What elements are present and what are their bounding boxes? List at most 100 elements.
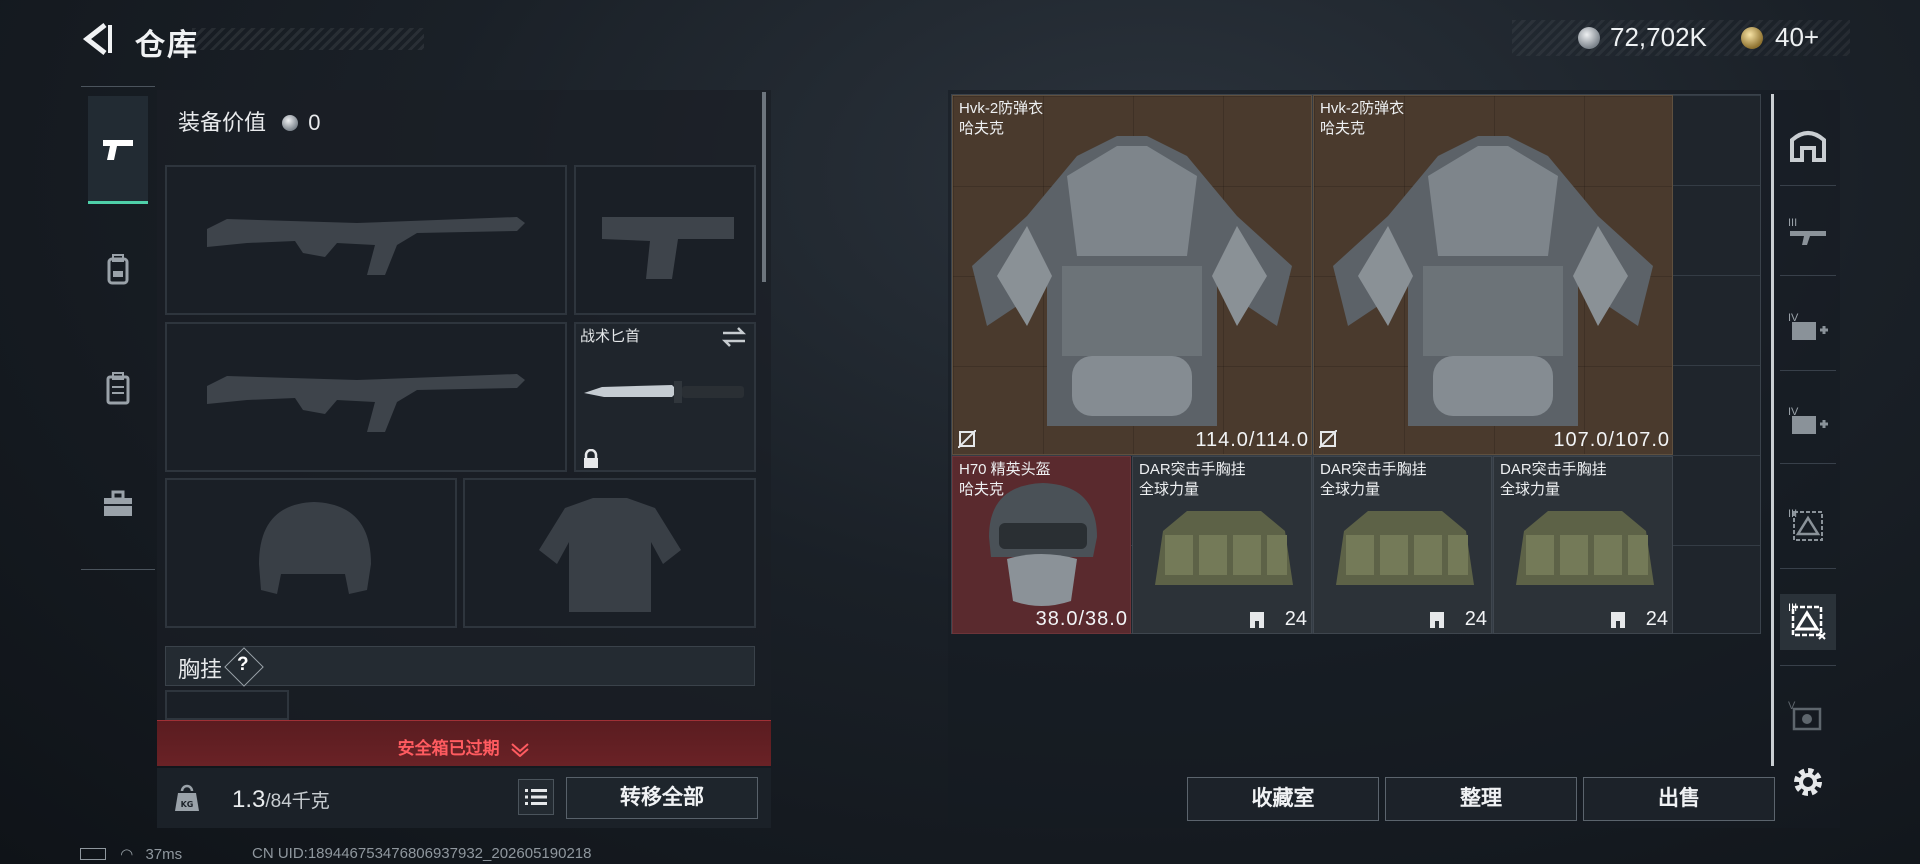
capacity-icon — [1611, 612, 1625, 628]
category-all-tab[interactable] — [1780, 116, 1836, 172]
nav-weapons-tab[interactable] — [88, 96, 148, 204]
nav-vest-tab[interactable] — [88, 358, 148, 418]
safe-box-expired-banner[interactable]: 安全箱已过期 — [157, 720, 771, 766]
loadout-scrollbar[interactable] — [762, 92, 766, 282]
divider — [1780, 665, 1836, 666]
storage-item-chest-rig-3[interactable]: DAR突击手胸挂 全球力量 24 — [1493, 456, 1673, 634]
helmet-silhouette-icon — [259, 502, 371, 594]
briefcase-icon — [104, 490, 132, 516]
item-capacity: 24 — [1645, 608, 1668, 630]
tier-label: V — [1788, 700, 1796, 712]
equip-value: 装备价值 0 — [178, 105, 321, 137]
storage-item-chest-rig-1[interactable]: DAR突击手胸挂 全球力量 24 — [1132, 456, 1312, 634]
storage-item-armor-2[interactable]: Hvk-2防弹衣 哈夫克 107.0/107.0 — [1313, 95, 1673, 455]
weight-current: 1.3 — [232, 786, 266, 813]
chest-rig-image — [1155, 511, 1293, 585]
weight-readout: 1.3/84千克 — [232, 786, 330, 814]
armor-slot[interactable] — [463, 478, 756, 628]
user-uid: CN UID:18944675347680693793​2_2026051902… — [252, 845, 592, 862]
title-decoration — [192, 28, 424, 50]
capacity-icon — [1250, 612, 1264, 628]
transfer-all-button[interactable]: 转移全部 — [566, 777, 758, 819]
value-coin-icon — [282, 115, 299, 131]
category-tier4-medkit-tab[interactable]: IV — [1780, 302, 1836, 358]
currency-main-amount: 72,702K — [1610, 22, 1707, 52]
item-name: DAR突击手胸挂 — [1500, 461, 1607, 478]
safe-box-expired-label: 安全箱已过期 — [397, 739, 500, 758]
item-durability: 107.0/107.0 — [1553, 429, 1670, 451]
ping-text: 37ms — [145, 846, 183, 863]
safe-box-expired-text: 安全箱已过期 — [157, 734, 771, 759]
weight-max: /84千克 — [265, 791, 330, 812]
list-view-button[interactable] — [518, 779, 554, 815]
primary-weapon-slot-2[interactable] — [165, 322, 567, 472]
primary-weapon-slot-1[interactable] — [165, 165, 567, 315]
item-durability: 38.0/38.0 — [1035, 608, 1128, 630]
chest-rig-image — [1516, 511, 1654, 585]
tier5-case-icon — [1792, 707, 1822, 731]
tier-label: III — [1788, 602, 1798, 614]
tactical-knife-icon — [584, 381, 744, 403]
divider — [1780, 463, 1836, 464]
helmet-slot[interactable] — [165, 478, 457, 628]
body-armor-image — [972, 136, 1292, 426]
body-armor-image — [1333, 136, 1653, 426]
chest-rig-image — [1336, 511, 1474, 585]
back-icon[interactable] — [80, 22, 114, 56]
backpack-icon — [107, 254, 129, 285]
vault-icon — [1790, 131, 1826, 162]
no-insurance-icon — [1319, 430, 1337, 448]
item-name: Hvk-2防弹衣 — [1320, 100, 1405, 117]
item-capacity: 24 — [1464, 608, 1487, 630]
helmet-image — [989, 483, 1097, 606]
divider — [1780, 370, 1836, 371]
chest-rig-slot[interactable] — [165, 690, 289, 720]
organize-button[interactable]: 整理 — [1385, 777, 1577, 821]
sidearm-slot[interactable] — [574, 165, 756, 315]
item-durability: 114.0/114.0 — [1195, 429, 1309, 451]
knife-label: 战术匕首 — [580, 328, 641, 345]
wifi-icon: ◠ — [120, 846, 134, 863]
page-title: 仓库 — [135, 29, 199, 62]
capacity-icon — [1430, 612, 1444, 628]
divider — [1780, 275, 1836, 276]
currency-secondary-amount[interactable]: 40+ — [1775, 22, 1819, 53]
category-tier3-weapon-tab[interactable]: III — [1780, 207, 1836, 263]
storage-item-helmet[interactable]: H70 精英头盔 哈夫克 38.0/38.0 — [952, 456, 1131, 634]
weight-icon: KG — [175, 784, 199, 811]
storage-item-chest-rig-2[interactable]: DAR突击手胸挂 全球力量 24 — [1313, 456, 1492, 634]
item-name: DAR突击手胸挂 — [1320, 461, 1427, 478]
help-badge-text: ? — [237, 654, 249, 675]
category-tier5-tab[interactable]: V — [1780, 690, 1836, 746]
svg-text:KG: KG — [181, 800, 194, 809]
equip-value-label: 装备价值 — [178, 110, 267, 135]
collection-room-button[interactable]: 收藏室 — [1187, 777, 1379, 821]
item-name: Hvk-2防弹衣 — [959, 100, 1044, 117]
nav-toolbox-tab[interactable] — [88, 474, 148, 534]
item-capacity: 24 — [1284, 608, 1307, 630]
sell-button[interactable]: 出售 — [1583, 777, 1775, 821]
tier-label: IV — [1788, 312, 1799, 324]
nav-backpack-tab[interactable] — [88, 240, 148, 300]
tier-label: III — [1788, 217, 1798, 229]
lock-icon — [584, 449, 598, 468]
divider — [1780, 185, 1836, 186]
category-tier3-rig-tab[interactable]: III — [1780, 498, 1836, 554]
pistol-icon — [103, 139, 133, 160]
tier-label: IV — [1788, 406, 1799, 418]
category-tier4-armor-tab[interactable]: IV — [1780, 396, 1836, 452]
armor-silhouette-icon — [539, 498, 681, 612]
network-status: ◠ 37ms — [80, 845, 182, 863]
storage-item-armor-1[interactable]: Hvk-2防弹衣 哈夫克 114.0/114.0 — [952, 95, 1312, 455]
tier-label: III — [1788, 508, 1798, 520]
chevron-down-icon — [511, 743, 530, 758]
settings-button[interactable] — [1780, 754, 1836, 810]
premium-coin-icon — [1741, 27, 1763, 49]
item-name: DAR突击手胸挂 — [1139, 461, 1246, 478]
swap-icon[interactable] — [721, 326, 747, 348]
category-tier3-container-tab[interactable]: III — [1780, 594, 1836, 650]
storage-scrollbar[interactable] — [1771, 94, 1774, 766]
rifle-silhouette-icon — [207, 374, 525, 432]
no-insurance-icon — [958, 430, 976, 448]
hafu-coin-icon — [1578, 27, 1600, 49]
